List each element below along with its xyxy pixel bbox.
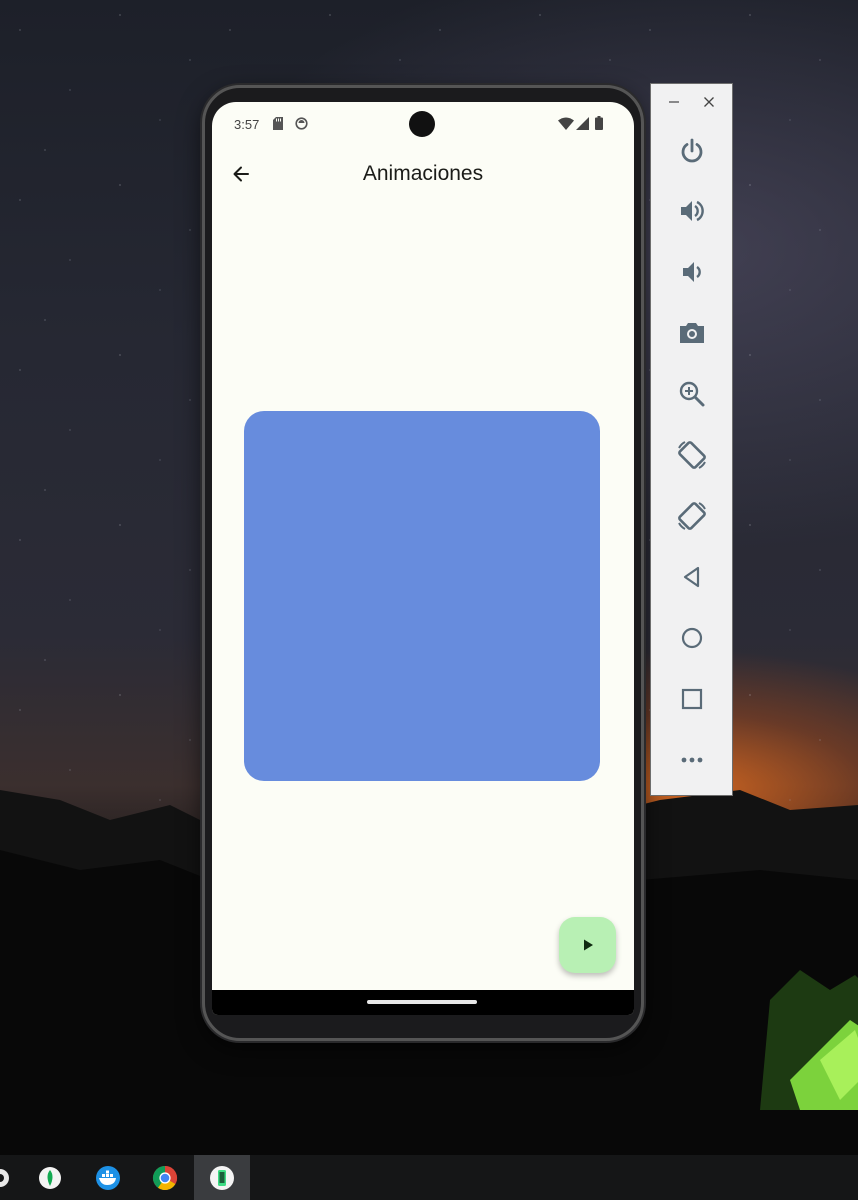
back-triangle-icon <box>683 566 700 588</box>
page-title: Animaciones <box>362 162 484 185</box>
phone-screen: 3:57 Animaciones <box>212 102 634 1015</box>
mongodb-icon <box>39 1166 61 1189</box>
taskbar <box>0 1155 858 1200</box>
sd-card-icon <box>273 117 283 130</box>
home-circle-icon <box>681 627 703 649</box>
more-button-emulator[interactable] <box>672 740 712 780</box>
chrome-icon <box>152 1165 178 1190</box>
rotate-left-icon <box>678 441 706 469</box>
gesture-home-pill[interactable] <box>367 1000 477 1004</box>
volume-up-icon <box>681 200 704 222</box>
front-camera <box>409 111 435 137</box>
overview-square-icon <box>681 688 703 710</box>
android-emulator-icon <box>210 1165 234 1190</box>
settings-gear-icon <box>0 1168 9 1187</box>
system-nav-bar <box>212 990 634 1015</box>
taskbar-item-mongodb[interactable] <box>22 1155 78 1200</box>
cellular-signal-icon <box>576 117 589 130</box>
screenshot-camera-icon <box>680 323 704 343</box>
wallpaper-tent <box>760 970 858 1110</box>
zoom-button[interactable] <box>672 374 712 414</box>
rotate-left-button[interactable] <box>672 435 712 475</box>
back-button-emulator[interactable] <box>672 557 712 597</box>
app-bar: Animaciones <box>212 146 634 202</box>
animated-container <box>244 411 600 781</box>
home-button-emulator[interactable] <box>672 618 712 658</box>
sync-icon <box>295 117 308 130</box>
rotate-right-button[interactable] <box>672 496 712 536</box>
play-icon <box>583 939 593 951</box>
taskbar-item-android-emulator[interactable] <box>194 1155 250 1200</box>
close-button[interactable] <box>699 92 719 112</box>
more-dots-icon <box>681 757 703 763</box>
minimize-icon <box>669 101 679 103</box>
power-icon <box>681 138 703 163</box>
volume-up-button[interactable] <box>672 191 712 231</box>
back-button[interactable] <box>222 155 260 193</box>
power-button[interactable] <box>672 131 712 171</box>
battery-icon <box>595 116 603 130</box>
rotate-right-icon <box>678 502 706 530</box>
screenshot-button[interactable] <box>672 313 712 353</box>
minimize-button[interactable] <box>664 92 684 112</box>
volume-down-button[interactable] <box>672 252 712 292</box>
taskbar-item-chrome[interactable] <box>137 1155 193 1200</box>
status-bar: 3:57 <box>212 102 634 146</box>
status-time: 3:57 <box>234 117 260 132</box>
close-icon <box>704 97 714 107</box>
taskbar-item-docker[interactable] <box>80 1155 136 1200</box>
emulator-toolbar <box>650 83 733 796</box>
overview-button-emulator[interactable] <box>672 679 712 719</box>
volume-down-icon <box>683 262 701 282</box>
wifi-icon <box>558 117 574 130</box>
arrow-back-icon <box>233 166 249 182</box>
docker-icon <box>96 1165 120 1190</box>
zoom-icon <box>679 381 705 407</box>
play-animation-button[interactable] <box>559 917 616 973</box>
